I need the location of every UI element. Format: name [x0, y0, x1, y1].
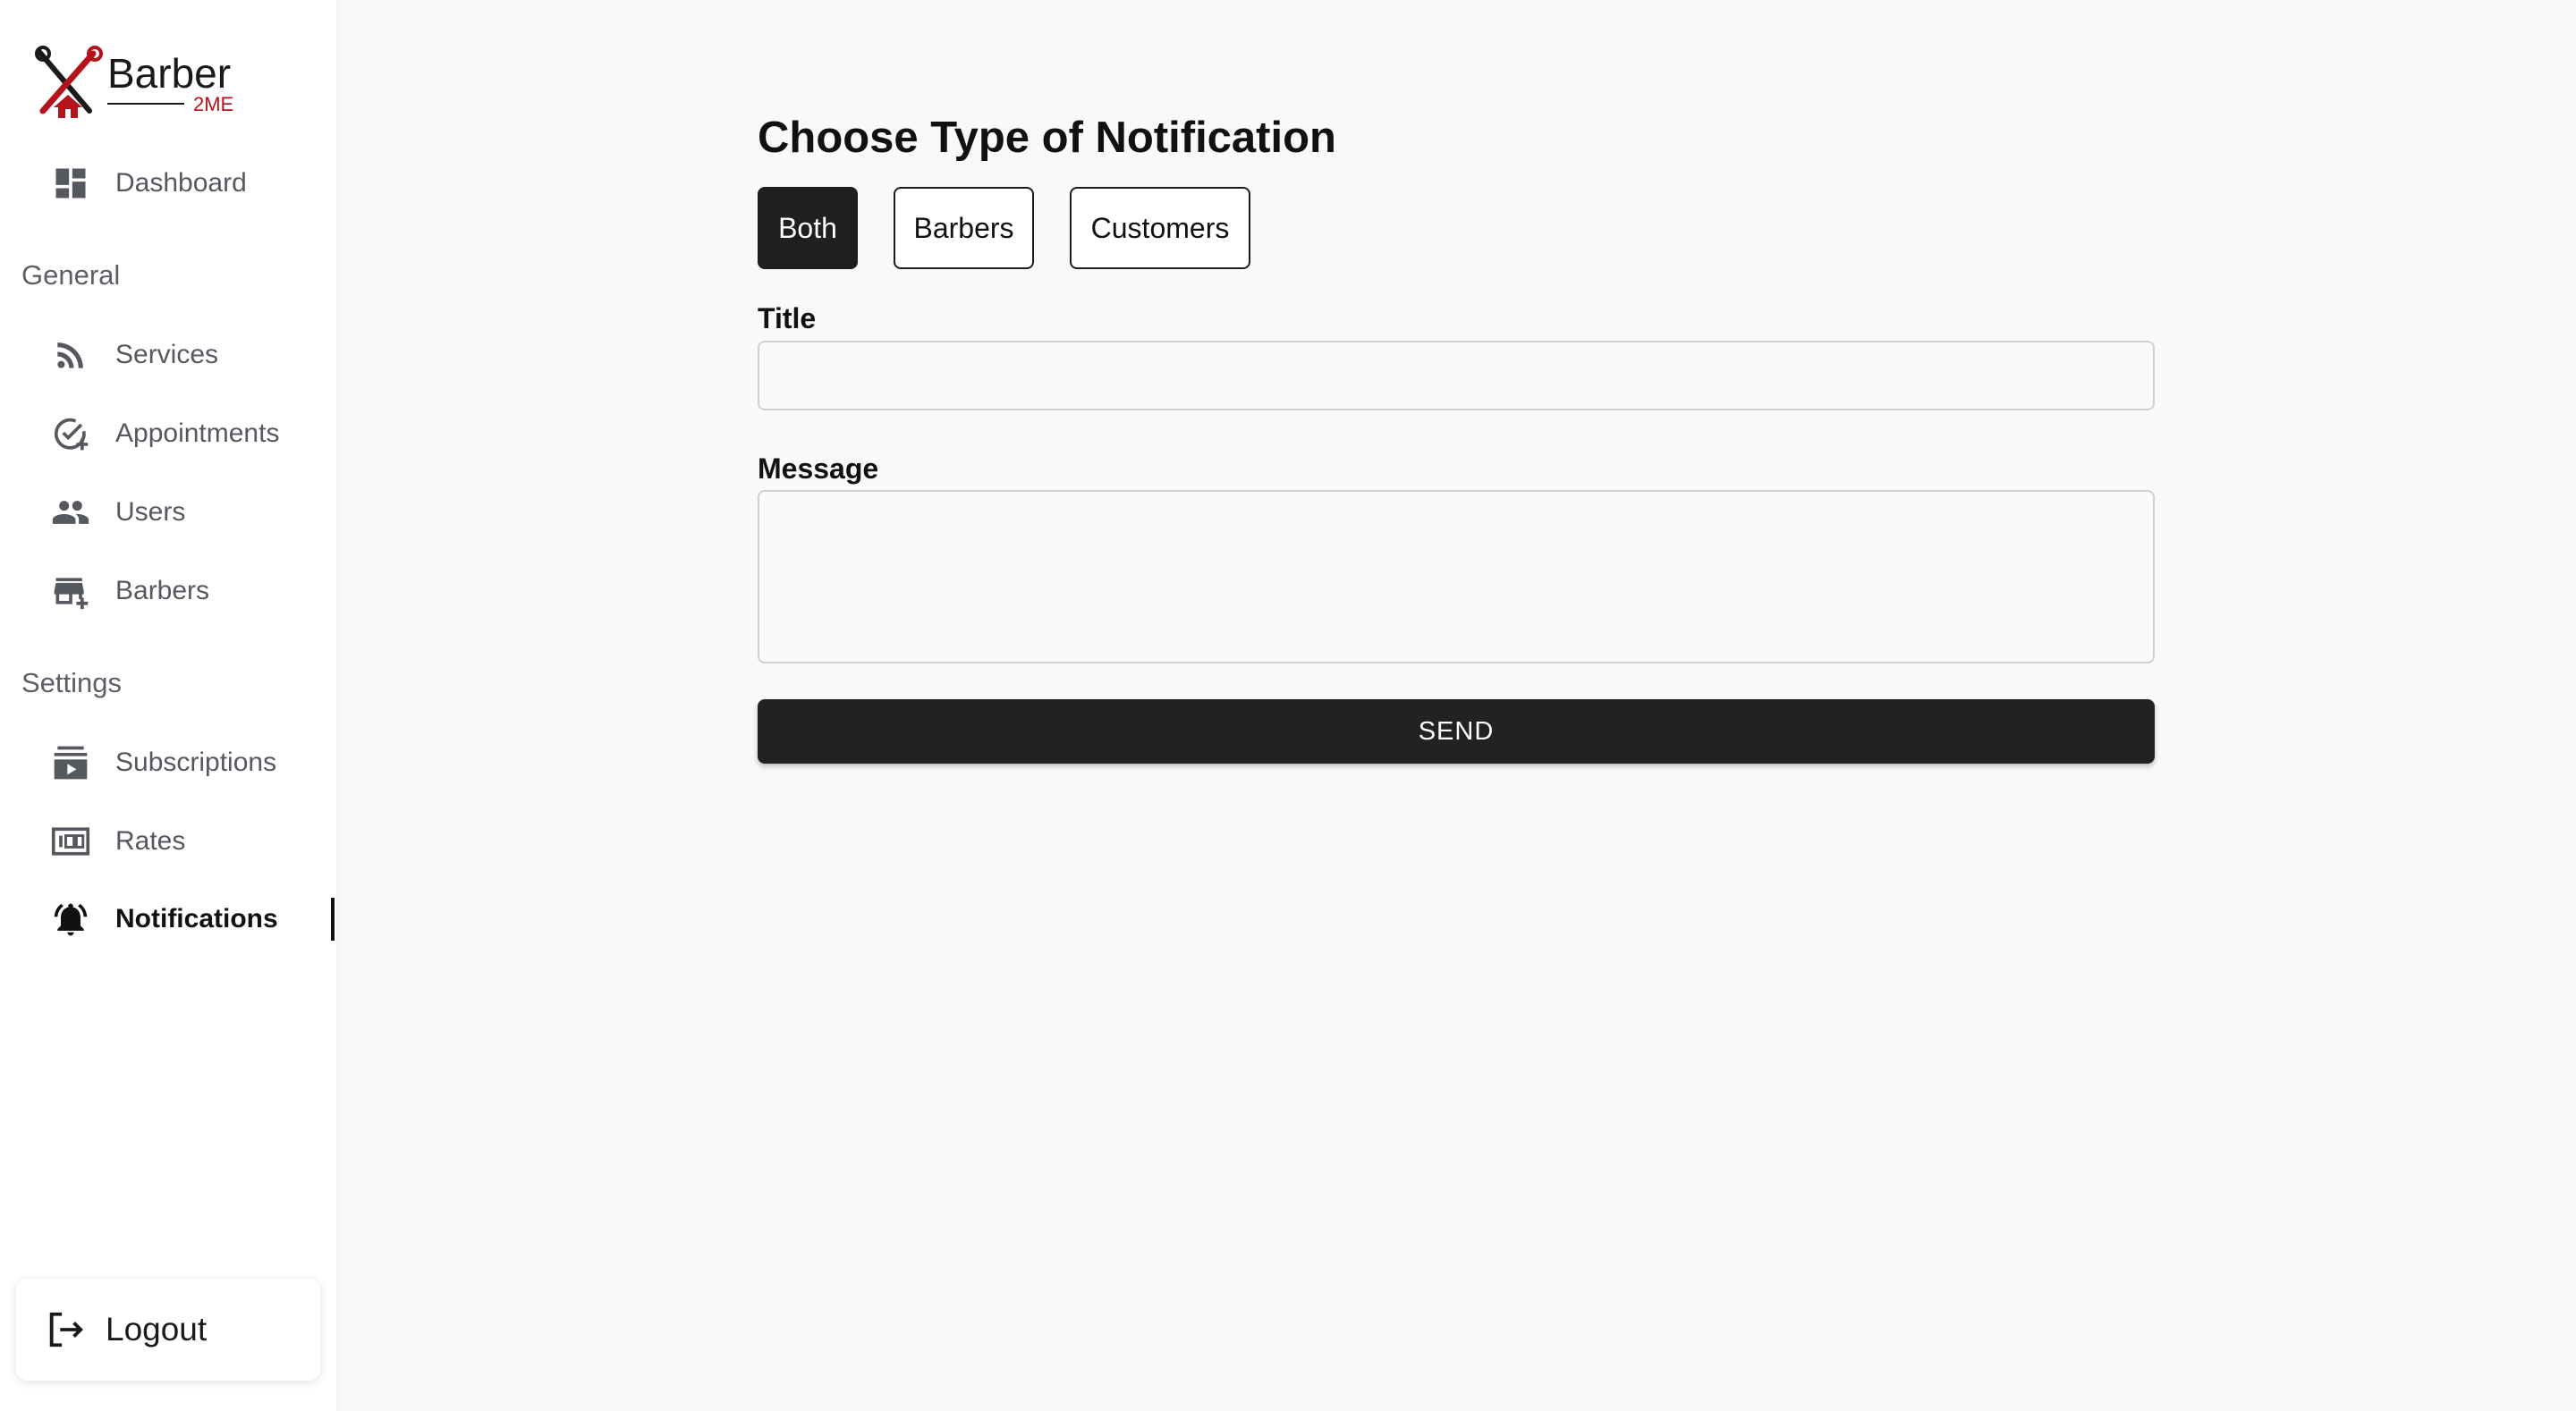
sidebar-item-services[interactable]: Services [50, 334, 335, 376]
sidebar-item-label: Dashboard [115, 168, 247, 198]
active-indicator [331, 898, 335, 941]
subscriptions-icon [50, 742, 91, 783]
type-customers-button[interactable]: Customers [1070, 187, 1250, 269]
sidebar-item-dashboard[interactable]: Dashboard [50, 162, 335, 205]
send-button[interactable]: SEND [758, 699, 2155, 764]
logout-icon [45, 1309, 86, 1350]
barber2me-logo[interactable]: Barber 2ME [34, 45, 275, 122]
sidebar-item-label: Appointments [115, 418, 280, 448]
calendar-check-add-icon [50, 413, 91, 454]
rates-100-icon [50, 821, 91, 862]
people-icon [50, 492, 91, 533]
sidebar-item-appointments[interactable]: Appointments [50, 412, 335, 455]
section-title-settings: Settings [21, 667, 123, 698]
dashboard-icon [50, 163, 91, 204]
sidebar-item-notifications[interactable]: Notifications [50, 898, 335, 941]
message-label: Message [758, 452, 879, 485]
brand-sub: 2ME [193, 93, 233, 115]
sidebar-item-label: Subscriptions [115, 748, 277, 777]
sidebar-item-label: Notifications [115, 904, 278, 934]
message-textarea[interactable] [758, 490, 2155, 663]
logout-label: Logout [106, 1311, 208, 1348]
logout-button[interactable]: Logout [16, 1279, 320, 1381]
section-title-general: General [21, 259, 121, 291]
sidebar-item-barbers[interactable]: Barbers [50, 570, 335, 613]
type-barbers-button[interactable]: Barbers [894, 187, 1034, 269]
type-both-button[interactable]: Both [758, 187, 858, 269]
bell-ringing-icon [50, 899, 91, 940]
sidebar-item-label: Services [115, 340, 219, 369]
brand-name: Barber [107, 50, 231, 97]
title-label: Title [758, 302, 817, 334]
sidebar-item-label: Rates [115, 826, 186, 856]
sidebar: Barber 2ME Dashboard General Services Ap… [0, 0, 336, 1411]
sidebar-item-users[interactable]: Users [50, 491, 335, 534]
rss-icon [50, 334, 91, 376]
sidebar-item-label: Barbers [115, 576, 210, 605]
logo-icon: Barber 2ME [35, 46, 233, 118]
store-add-icon [50, 570, 91, 612]
sidebar-item-rates[interactable]: Rates [50, 820, 335, 863]
sidebar-item-subscriptions[interactable]: Subscriptions [50, 741, 335, 784]
title-input[interactable] [758, 341, 2155, 410]
sidebar-item-label: Users [115, 497, 186, 527]
page-title: Choose Type of Notification [758, 114, 1336, 162]
